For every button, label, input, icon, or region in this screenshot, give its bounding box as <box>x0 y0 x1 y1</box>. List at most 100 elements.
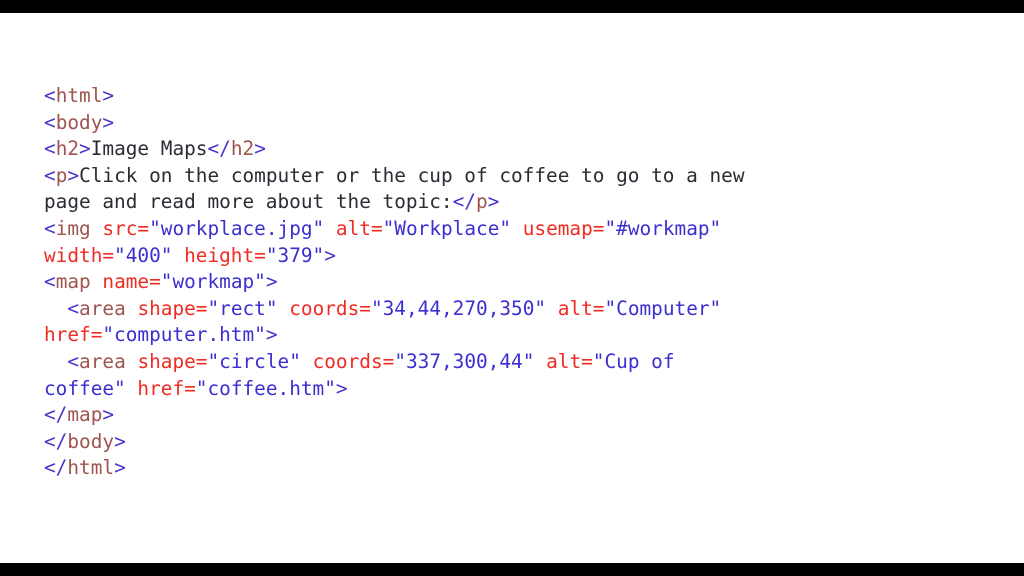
code-token-brk: </ <box>44 456 68 480</box>
code-token-brk: > <box>102 84 115 107</box>
code-token-attr: coords= <box>312 349 395 373</box>
screen-root: <html> <body> <h2>Image Maps</h2> <p>Click … <box>0 0 1024 576</box>
code-token-tag: body <box>67 429 115 453</box>
code-token-tag: area <box>79 349 126 373</box>
code-token-brk: < <box>44 270 56 294</box>
code-token-tag: body <box>55 110 103 134</box>
code-token-tag: map <box>55 270 91 294</box>
code-token-attr: coords= <box>289 296 371 320</box>
code-token-val: "computer.htm" <box>102 323 266 347</box>
line-body-open: <body> <box>44 110 764 137</box>
code-token-attr: width= <box>44 243 115 267</box>
line-html-open: <html> <box>44 83 764 110</box>
code-token-val: "Workplace" <box>382 216 512 240</box>
code-token-tag: map <box>67 403 103 427</box>
code-token-brk: > <box>114 429 126 453</box>
code-token-txt: Image Maps <box>90 137 208 161</box>
code-token-val: "#workmap" <box>604 216 722 240</box>
line-html-close: </html> <box>44 455 764 482</box>
code-token-brk: > <box>324 243 336 267</box>
code-token-brk: </ <box>452 190 476 214</box>
code-token-tag: p <box>475 190 488 214</box>
code-token-brk: > <box>265 323 278 347</box>
code-token-attr: href= <box>137 376 196 400</box>
code-token-attr: shape= <box>137 296 208 320</box>
code-token-brk: </ <box>44 403 68 427</box>
code-token-brk: > <box>102 403 115 427</box>
line-body-close: </body> <box>44 429 764 456</box>
code-token-tag: h2 <box>230 137 255 161</box>
code-token-val: "coffee.htm" <box>195 376 336 400</box>
code-token-brk: > <box>254 137 266 161</box>
code-token-brk: > <box>265 270 278 294</box>
code-token-txt: Click on the computer or the cup of coff… <box>44 163 757 214</box>
code-token-val: "rect" <box>207 296 278 320</box>
code-token-brk: < <box>44 84 56 107</box>
code-token-attr: name= <box>102 270 161 294</box>
code-token-brk: < <box>44 163 56 187</box>
code-token-brk: > <box>102 110 115 134</box>
code-token-attr: height= <box>184 243 266 267</box>
line-area-circle: <area shape="circle" coords="337,300,44"… <box>44 349 764 402</box>
code-token-brk: < <box>44 137 56 161</box>
line-img: <img src="workplace.jpg" alt="Workplace"… <box>44 216 764 269</box>
line-map-open: <map name="workmap"> <box>44 269 764 296</box>
code-token-brk: > <box>67 163 80 187</box>
code-stage: <html> <body> <h2>Image Maps</h2> <p>Click … <box>0 13 1024 563</box>
code-token-val: "workplace.jpg" <box>149 216 325 240</box>
line-area-rect: <area shape="rect" coords="34,44,270,350… <box>44 296 764 349</box>
html-code-snippet: <html> <body> <h2>Image Maps</h2> <p>Click … <box>44 83 764 482</box>
code-token-brk: > <box>114 456 126 480</box>
code-token-brk: < <box>67 296 80 320</box>
code-token-val: "337,300,44" <box>394 349 535 373</box>
code-token-tag: h2 <box>55 137 80 161</box>
line-h2: <h2>Image Maps</h2> <box>44 136 764 163</box>
letterbox-top-bar <box>0 0 1024 13</box>
code-token-attr: src= <box>102 216 150 240</box>
code-token-tag: img <box>55 216 91 240</box>
code-token-attr: usemap= <box>522 216 605 240</box>
code-token-attr: href= <box>44 323 103 347</box>
code-token-attr: shape= <box>137 349 208 373</box>
code-token-attr: alt= <box>557 296 605 320</box>
code-token-tag: html <box>55 84 103 107</box>
code-token-tag: area <box>79 296 126 320</box>
line-paragraph: <p>Click on the computer or the cup of c… <box>44 163 764 216</box>
code-token-brk: </ <box>207 137 231 161</box>
code-token-brk: < <box>44 216 56 240</box>
line-map-close: </map> <box>44 402 764 429</box>
code-token-val: "workmap" <box>160 270 266 294</box>
code-token-val: "34,44,270,350" <box>370 296 547 320</box>
code-token-brk: </ <box>44 429 68 453</box>
code-token-val: "379" <box>265 243 325 267</box>
code-token-tag: p <box>55 163 68 187</box>
code-token-attr: alt= <box>546 349 593 373</box>
code-token-brk: < <box>44 110 56 134</box>
code-token-brk: > <box>487 190 500 214</box>
letterbox-bottom-bar <box>0 563 1024 576</box>
code-token-attr: alt= <box>335 216 383 240</box>
code-token-brk: > <box>335 376 348 400</box>
code-token-val: "400" <box>114 243 173 267</box>
code-token-tag: html <box>67 456 115 480</box>
code-token-val: "circle" <box>207 349 301 373</box>
code-token-brk: < <box>67 349 80 373</box>
code-token-brk: > <box>79 137 91 161</box>
code-token-val: "Computer" <box>604 296 722 320</box>
